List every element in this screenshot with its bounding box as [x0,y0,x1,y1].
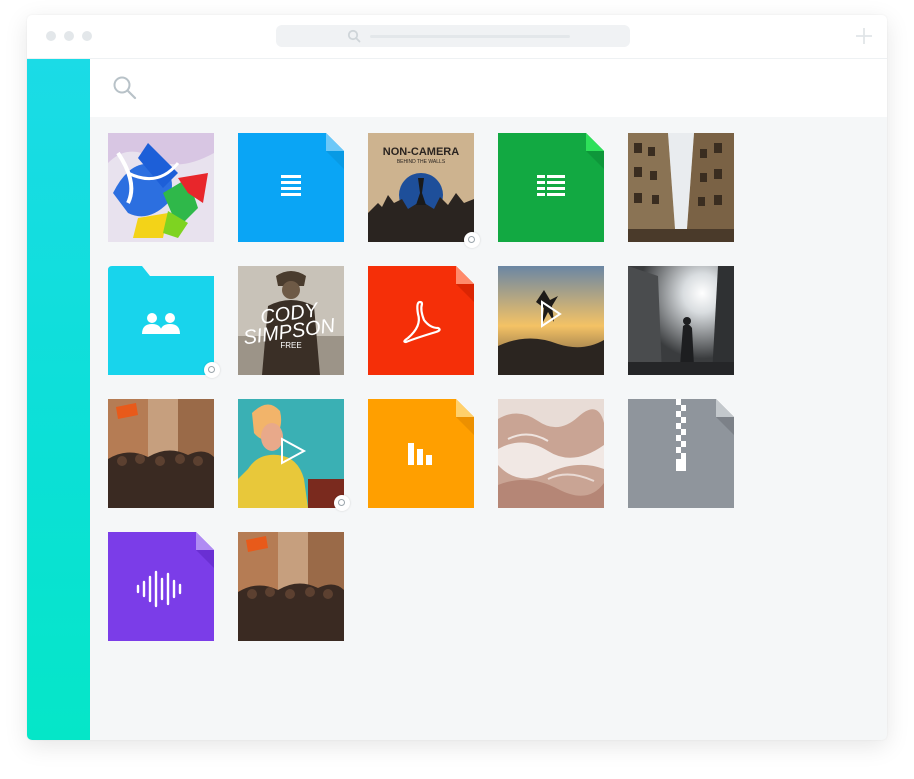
presentation-file-icon [368,399,474,508]
audio-file-icon [108,532,214,641]
file-tile-pdf[interactable] [368,266,474,375]
file-tile-water-texture[interactable] [498,399,604,508]
file-tile-non-camera[interactable]: NON-CAMERA BEHIND THE WALLS [368,133,480,248]
shared-badge-icon [334,495,350,511]
water-texture-thumbnail [498,399,604,508]
non-camera-poster-thumbnail: NON-CAMERA BEHIND THE WALLS [368,133,474,242]
file-tile-sunlit-street[interactable] [628,266,734,375]
window-close-dot[interactable] [46,31,56,41]
sidebar [27,59,90,740]
sunlit-street-thumbnail [628,266,734,375]
street-buildings-thumbnail [628,133,734,242]
shared-folder-icon [108,266,214,375]
file-tile-album-art[interactable] [108,133,214,242]
cover-subtitle: FREE [280,341,301,350]
file-tile-archive[interactable] [628,399,734,508]
file-tile-document[interactable] [238,133,344,242]
address-placeholder-line [370,35,570,38]
file-tile-crowd-street-2[interactable] [238,532,344,641]
search-bar[interactable] [90,59,887,117]
plus-icon[interactable] [855,27,873,45]
file-tile-phone-video[interactable] [238,399,350,511]
crowd-street-2-thumbnail [238,532,344,641]
file-tile-audio[interactable] [108,532,214,641]
file-tile-sunset-video[interactable] [498,266,604,375]
window-maximize-dot[interactable] [82,31,92,41]
album-art-thumbnail [108,133,214,242]
file-tile-shared-folder[interactable] [108,266,220,378]
file-tile-cody-simpson[interactable]: CODY SIMPSON FREE [238,266,344,375]
shared-badge-icon [204,362,220,378]
search-icon[interactable] [112,75,138,101]
cody-simpson-thumbnail: CODY SIMPSON FREE [238,266,344,375]
app-window: NON-CAMERA BEHIND THE WALLS CODY SIMPSON… [27,15,887,740]
spreadsheet-icon [498,133,604,242]
pdf-file-icon [368,266,474,375]
address-bar[interactable] [276,25,630,47]
file-tile-street-buildings[interactable] [628,133,734,242]
poster-title: NON-CAMERA [383,146,459,158]
file-tile-crowd-street[interactable] [108,399,214,508]
archive-file-icon [628,399,734,508]
file-tile-presentation[interactable] [368,399,474,508]
sunset-video-thumbnail [498,266,604,375]
window-minimize-dot[interactable] [64,31,74,41]
document-icon [238,133,344,242]
title-bar [27,15,887,59]
poster-subtitle: BEHIND THE WALLS [397,159,446,165]
address-search-icon [347,29,361,43]
file-tile-spreadsheet[interactable] [498,133,604,242]
phone-call-video-thumbnail [238,399,344,508]
shared-badge-icon [464,232,480,248]
crowd-street-thumbnail [108,399,214,508]
